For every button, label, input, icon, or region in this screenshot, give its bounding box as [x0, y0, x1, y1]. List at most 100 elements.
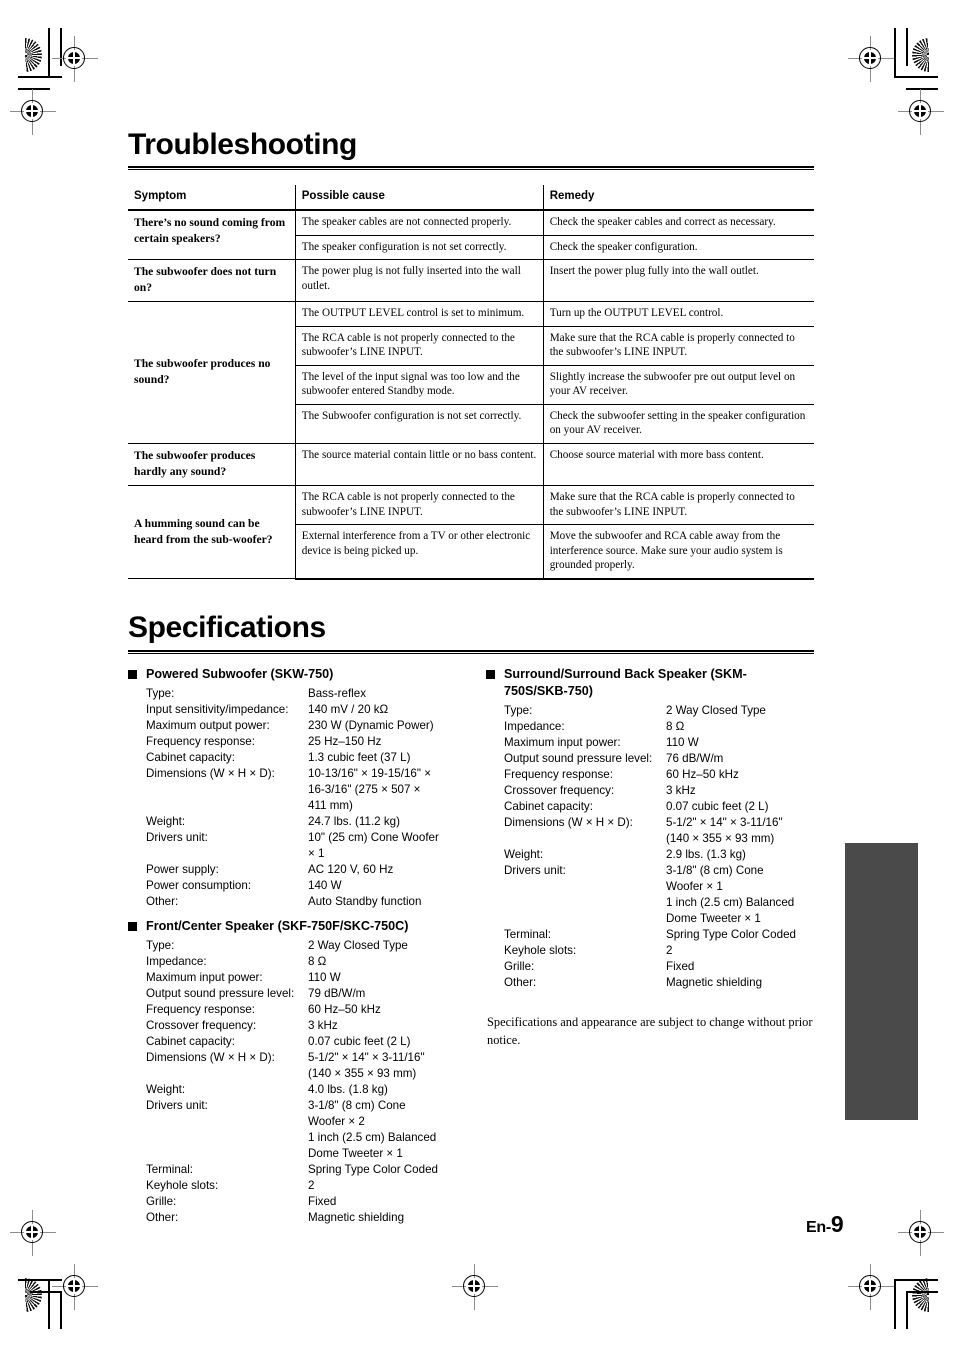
spec-label: Weight:	[504, 848, 544, 862]
spec-value: 5-1/2" × 14" × 3-11/16" (140 × 355 × 93 …	[666, 816, 783, 846]
spec-row: Weight: 2.9 lbs. (1.3 kg)	[504, 847, 826, 863]
registration-mark-right-lower	[898, 1210, 944, 1256]
spec-label: Power supply:	[146, 862, 219, 876]
print-star-target-bottom-right	[912, 1278, 929, 1312]
spec-row: Maximum input power: 110 W	[504, 735, 826, 751]
spec-label: Output sound pressure level:	[504, 752, 653, 766]
spec-row: Type: 2 Way Closed Type	[504, 703, 826, 719]
spec-label: Input sensitivity/impedance:	[146, 703, 289, 717]
square-bullet-icon	[486, 670, 495, 679]
specifications-title: Specifications	[128, 611, 326, 644]
cell-remedy: Make sure that the RCA cable is properly…	[543, 326, 814, 366]
spec-row: Input sensitivity/impedance: 140 mV / 20 …	[146, 702, 473, 718]
spec-row: Dimensions (W × H × D): 10-13/16" × 19-15…	[146, 766, 473, 814]
spec-rows: Type: 2 Way Closed Type Impedance: 8 Ω Max…	[128, 938, 473, 1226]
spec-value: 24.7 lbs. (11.2 kg)	[308, 815, 400, 828]
spec-label: Other:	[146, 1210, 179, 1224]
print-star-target-top-left	[25, 38, 42, 72]
spec-label: Grille:	[504, 960, 535, 973]
spec-value: 140 mV / 20 kΩ	[308, 703, 389, 717]
spec-label: Crossover frequency:	[146, 1019, 257, 1033]
square-bullet-icon	[128, 670, 137, 679]
spec-label: Crossover frequency:	[504, 784, 615, 798]
spec-value: 110 W	[308, 971, 341, 985]
spec-row: Grille: Fixed	[504, 959, 826, 975]
spec-row: Grille: Fixed	[146, 1194, 473, 1210]
spec-label: Frequency response:	[146, 735, 255, 749]
spec-label: Other:	[504, 975, 537, 989]
cell-cause: The speaker configuration is not set cor…	[295, 235, 544, 261]
spec-value: 76 dB/W/m	[666, 752, 724, 766]
cell-symptom: There’s no sound coming from certain spe…	[128, 209, 296, 261]
cell-remedy: Slightly increase the subwoofer pre out …	[543, 365, 814, 405]
spec-label: Impedance:	[504, 720, 565, 734]
spec-value: 3-1/8" (8 cm) Cone Woofer × 2 1 inch (2.…	[308, 1098, 437, 1160]
spec-row: Output sound pressure level: 76 dB/W/m	[504, 751, 826, 767]
spec-section-powered-subwoofer: Powered Subwoofer (SKW-750) Type: Bass-re…	[128, 666, 473, 910]
cell-remedy: Check the subwoofer setting in the speak…	[543, 404, 814, 444]
spec-value: 8 Ω	[666, 720, 685, 734]
spec-row: Weight: 24.7 lbs. (11.2 kg)	[146, 814, 473, 830]
spec-row: Drivers unit: 10" (25 cm) Cone Woofer × 1	[146, 830, 473, 862]
spec-row: Crossover frequency: 3 kHz	[146, 1018, 473, 1034]
spec-value: Spring Type Color Coded	[666, 928, 796, 942]
spec-row: Impedance: 8 Ω	[504, 719, 826, 735]
spec-row: Frequency response: 60 Hz–50 kHz	[504, 767, 826, 783]
column-header-remedy: Remedy	[543, 185, 814, 211]
table-row: There’s no sound coming from certain spe…	[128, 209, 814, 261]
spec-label: Maximum input power:	[504, 736, 621, 750]
spec-value: 0.07 cubic feet (2 L)	[308, 1035, 411, 1049]
column-header-symptom: Symptom	[128, 185, 296, 211]
spec-label: Cabinet capacity:	[504, 800, 593, 814]
spec-value: Magnetic shielding	[308, 1210, 405, 1224]
cell-remedy: Insert the power plug fully into the wal…	[543, 259, 814, 303]
column-header-cause: Possible cause	[295, 185, 544, 211]
cell-cause: The power plug is not fully inserted int…	[295, 259, 544, 303]
spec-row: Other: Auto Standby function	[146, 894, 473, 910]
spec-value: 60 Hz–50 kHz	[308, 1003, 381, 1017]
spec-value: 110 W	[666, 736, 699, 750]
print-star-target-top-right	[912, 38, 929, 72]
registration-mark-bottom-center	[452, 1264, 498, 1310]
troubleshooting-title-rule	[128, 166, 814, 170]
troubleshooting-title: Troubleshooting	[128, 128, 357, 161]
spec-value: Fixed	[666, 960, 695, 973]
specifications-note: Specifications and appearance are subjec…	[487, 1015, 813, 1047]
cell-symptom: The subwoofer produces no sound?	[128, 301, 296, 444]
registration-mark-left-upper	[10, 89, 56, 135]
page-canvas: Troubleshooting Symptom Possible cause R…	[0, 0, 954, 1351]
spec-row: Type: 2 Way Closed Type	[146, 938, 473, 954]
cell-cause: The level of the input signal was too lo…	[295, 365, 544, 405]
spec-heading-label: Powered Subwoofer (SKW-750)	[146, 667, 334, 681]
spec-label: Type:	[504, 704, 533, 718]
spec-label: Terminal:	[146, 1162, 194, 1176]
spec-value: 2 Way Closed Type	[666, 704, 766, 718]
table-row: The subwoofer produces no sound? The OUT…	[128, 301, 814, 444]
spec-row: Other: Magnetic shielding	[504, 975, 826, 991]
spec-label: Drivers unit:	[146, 830, 208, 844]
spec-label: Drivers unit:	[146, 1098, 208, 1112]
cell-cause: The RCA cable is not properly connected …	[295, 485, 544, 526]
table-row: The subwoofer does not turn on? The powe…	[128, 259, 814, 303]
spec-label: Drivers unit:	[504, 864, 566, 878]
page-number-prefix: En-	[806, 1219, 831, 1236]
cell-symptom: The subwoofer produces hardly any sound?	[128, 443, 296, 486]
cell-cause: The speaker cables are not connected pro…	[295, 209, 544, 236]
spec-label: Dimensions (W × H × D):	[146, 1051, 275, 1065]
square-bullet-icon	[128, 922, 137, 931]
spec-value: 1.3 cubic feet (37 L)	[308, 751, 411, 765]
spec-label: Power consumption:	[146, 878, 252, 892]
spec-label: Weight:	[146, 815, 186, 828]
spec-row: Impedance: 8 Ω	[146, 954, 473, 970]
spec-value: 2.9 lbs. (1.3 kg)	[666, 848, 746, 862]
registration-mark-bottom-left-inner	[52, 1264, 98, 1310]
cell-remedy: Check the speaker configuration.	[543, 235, 814, 261]
spec-row: Drivers unit: 3-1/8" (8 cm) Cone Woofer ×…	[146, 1098, 473, 1162]
spec-label: Cabinet capacity:	[146, 751, 235, 765]
spec-value: Auto Standby function	[308, 894, 422, 908]
spec-row: Other: Magnetic shielding	[146, 1210, 473, 1226]
spec-label: Dimensions (W × H × D):	[504, 816, 633, 830]
spec-value: 79 dB/W/m	[308, 987, 366, 1001]
spec-row: Dimensions (W × H × D): 5-1/2" × 14" × 3-…	[504, 815, 826, 847]
cell-remedy: Check the speaker cables and correct as …	[543, 209, 814, 236]
